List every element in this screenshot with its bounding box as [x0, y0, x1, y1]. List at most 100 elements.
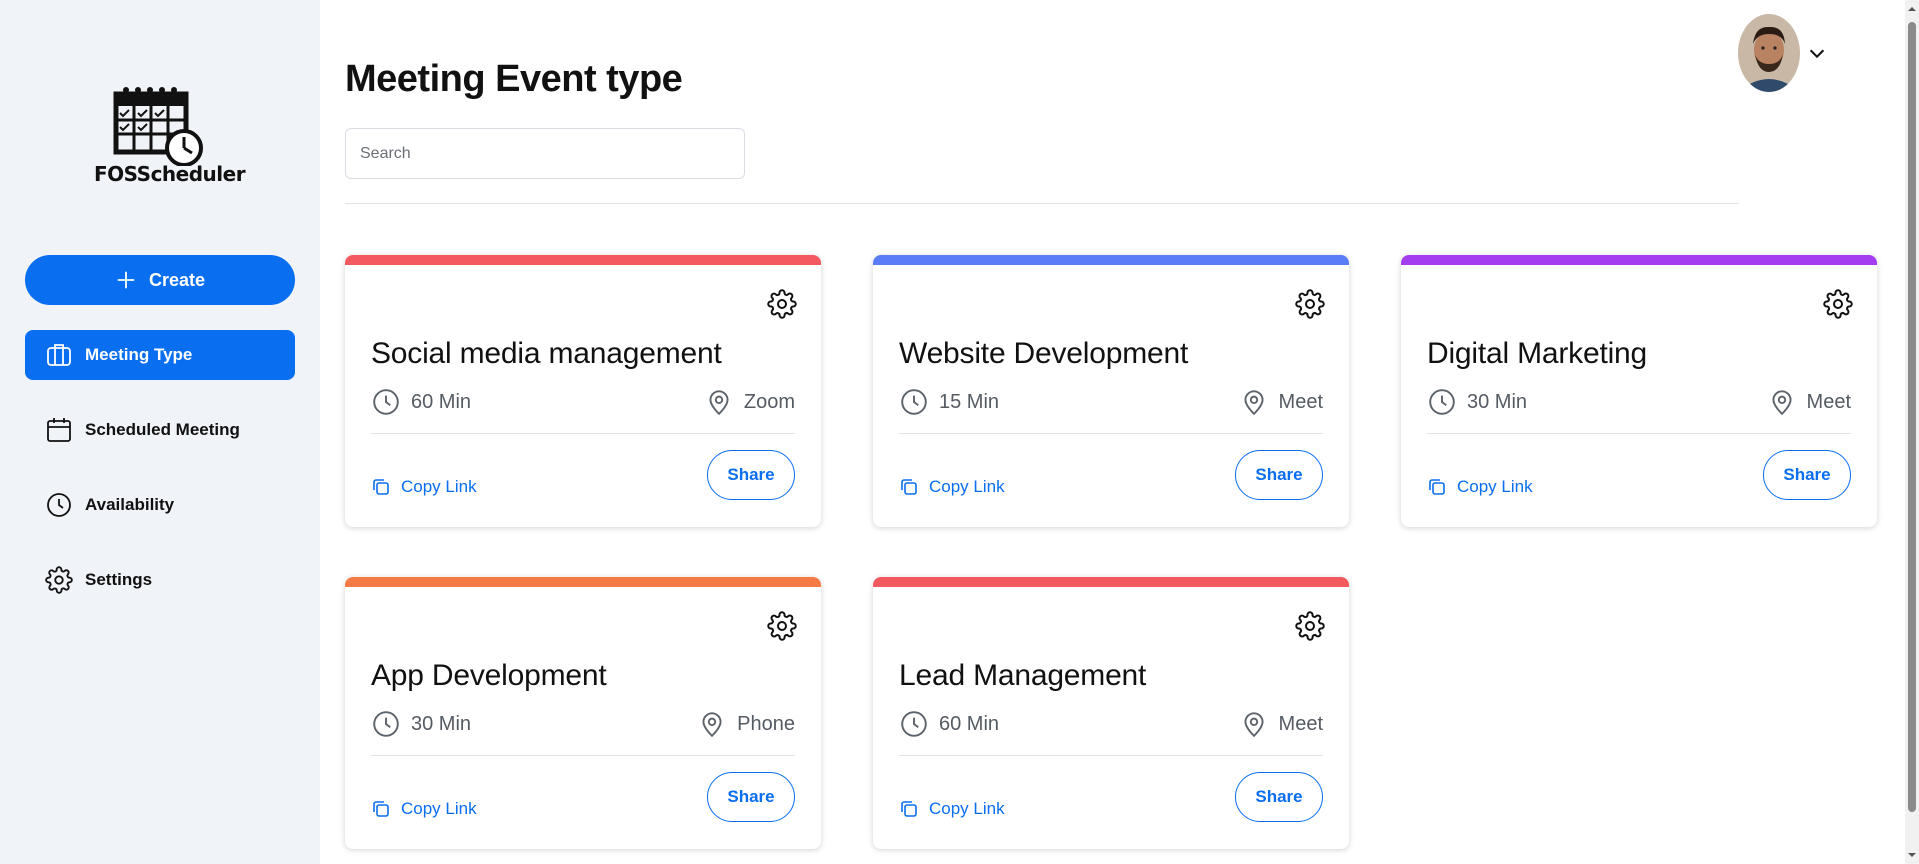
share-button[interactable]: Share: [1235, 772, 1323, 822]
avatar[interactable]: [1738, 14, 1800, 92]
clock-icon: [901, 711, 927, 737]
event-card: App Development 30 Min Phone Copy Link S…: [345, 577, 821, 849]
gear-icon[interactable]: [767, 289, 797, 319]
copy-link-label: Copy Link: [1457, 477, 1533, 496]
card-duration: 30 Min: [371, 709, 471, 739]
clock-icon: [47, 493, 71, 517]
sidebar: FOSScheduler Create Meeting Type Schedul…: [0, 0, 320, 864]
create-button[interactable]: Create: [25, 255, 295, 305]
gear-icon[interactable]: [767, 611, 797, 641]
chevron-down-icon[interactable]: [1806, 42, 1828, 64]
duration-text: 60 Min: [411, 390, 472, 413]
card-location: Meet: [1239, 387, 1323, 417]
card-divider: [371, 755, 795, 756]
card-meta: 15 Min Meet: [899, 387, 1323, 417]
sidebar-item-scheduled-meeting[interactable]: Scheduled Meeting: [25, 405, 295, 455]
copy-link-label: Copy Link: [929, 477, 1005, 496]
duration-text: 30 Min: [1467, 390, 1528, 413]
card-color-bar: [345, 255, 821, 265]
event-card: Digital Marketing 30 Min Meet Copy Link …: [1401, 255, 1877, 527]
card-meta: 60 Min Zoom: [371, 387, 795, 417]
share-button[interactable]: Share: [707, 450, 795, 500]
card-divider: [899, 433, 1323, 434]
card-duration: 60 Min: [899, 709, 999, 739]
scroll-down-icon[interactable]: [1907, 850, 1917, 860]
plus-icon: [117, 271, 135, 289]
copy-icon: [373, 801, 389, 817]
copy-icon: [901, 479, 917, 495]
map-pin-icon: [1771, 390, 1792, 416]
map-pin-icon: [709, 390, 729, 416]
clock-icon: [901, 389, 927, 415]
calendar-clock-logo-icon: [113, 87, 203, 167]
sidebar-item-label: Scheduled Meeting: [85, 420, 240, 439]
card-meta: 30 Min Phone: [371, 709, 795, 739]
logo-text: FOSScheduler: [94, 162, 246, 186]
copy-link-button[interactable]: Copy Link: [371, 477, 477, 497]
gear-icon[interactable]: [1295, 289, 1325, 319]
card-location: Zoom: [704, 387, 795, 417]
copy-icon: [1429, 479, 1445, 495]
event-card: Social media management 60 Min Zoom Copy…: [345, 255, 821, 527]
copy-link-label: Copy Link: [929, 799, 1005, 818]
card-divider: [1427, 433, 1851, 434]
briefcase-icon: [47, 344, 71, 366]
sidebar-item-meeting-type[interactable]: Meeting Type: [25, 330, 295, 380]
share-button[interactable]: Share: [1235, 450, 1323, 500]
duration-text: 15 Min: [939, 390, 1000, 413]
scrollbar-thumb[interactable]: [1908, 22, 1916, 812]
sidebar-item-label: Availability: [85, 495, 175, 514]
copy-link-button[interactable]: Copy Link: [899, 799, 1005, 819]
duration-text: 60 Min: [939, 712, 1000, 735]
card-title: Social media management: [371, 337, 722, 370]
location-text: Meet: [1278, 712, 1323, 735]
page-title: Meeting Event type: [345, 58, 683, 100]
copy-link-button[interactable]: Copy Link: [371, 799, 477, 819]
sidebar-item-settings[interactable]: Settings: [25, 555, 295, 605]
card-meta: 60 Min Meet: [899, 709, 1323, 739]
card-location: Phone: [697, 709, 795, 739]
scroll-up-icon[interactable]: [1907, 4, 1917, 14]
clock-icon: [373, 389, 399, 415]
card-divider: [899, 755, 1323, 756]
search-input[interactable]: [345, 128, 745, 179]
location-text: Zoom: [743, 390, 795, 413]
duration-text: 30 Min: [411, 712, 472, 735]
card-meta: 30 Min Meet: [1427, 387, 1851, 417]
location-text: Phone: [737, 712, 795, 735]
card-color-bar: [873, 255, 1349, 265]
copy-link-label: Copy Link: [401, 477, 477, 496]
card-duration: 60 Min: [371, 387, 471, 417]
map-pin-icon: [702, 712, 722, 738]
copy-icon: [901, 801, 917, 817]
card-color-bar: [345, 577, 821, 587]
share-button[interactable]: Share: [707, 772, 795, 822]
copy-link-button[interactable]: Copy Link: [1427, 477, 1533, 497]
sidebar-item-availability[interactable]: Availability: [25, 480, 295, 530]
calendar-icon: [47, 418, 71, 442]
card-title: Website Development: [899, 337, 1189, 370]
card-location: Meet: [1239, 709, 1323, 739]
card-title: App Development: [371, 659, 607, 692]
location-text: Meet: [1806, 390, 1851, 413]
event-card: Lead Management 60 Min Meet Copy Link Sh…: [873, 577, 1349, 849]
map-pin-icon: [1243, 390, 1264, 416]
gear-icon[interactable]: [1295, 611, 1325, 641]
card-color-bar: [873, 577, 1349, 587]
location-text: Meet: [1278, 390, 1323, 413]
clock-icon: [1429, 389, 1455, 415]
user-avatar-image-icon: [1738, 14, 1800, 92]
create-button-label: Create: [148, 269, 206, 290]
card-location: Meet: [1767, 387, 1851, 417]
copy-link-button[interactable]: Copy Link: [899, 477, 1005, 497]
sidebar-item-label: Meeting Type: [85, 345, 193, 364]
card-title: Lead Management: [899, 659, 1147, 692]
share-button[interactable]: Share: [1763, 450, 1851, 500]
sidebar-item-label: Settings: [85, 570, 153, 589]
gear-icon[interactable]: [1823, 289, 1853, 319]
app-logo[interactable]: FOSScheduler: [94, 86, 246, 186]
copy-icon: [373, 479, 389, 495]
card-title: Digital Marketing: [1427, 337, 1648, 370]
card-duration: 15 Min: [899, 387, 999, 417]
vertical-scrollbar[interactable]: [1905, 0, 1919, 864]
